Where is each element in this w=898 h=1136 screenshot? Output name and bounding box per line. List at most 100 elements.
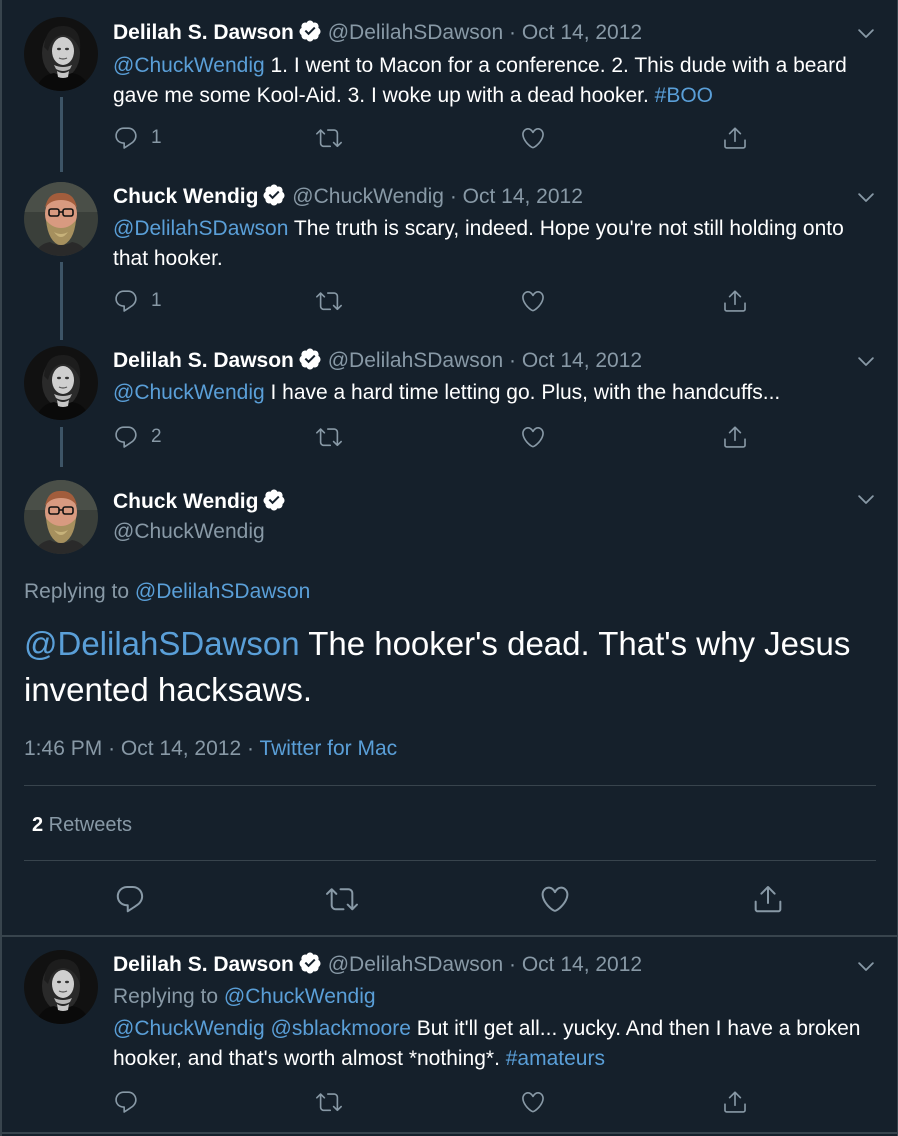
tweet-time[interactable]: 1:46 PM xyxy=(24,737,102,760)
chevron-down-icon[interactable] xyxy=(855,22,877,44)
reply-button[interactable] xyxy=(114,883,146,915)
share-button[interactable] xyxy=(722,287,748,315)
mention-link[interactable]: @sblackmoore xyxy=(271,1017,411,1040)
share-button[interactable] xyxy=(752,883,784,915)
avatar[interactable] xyxy=(24,480,98,554)
retweet-icon xyxy=(316,288,342,314)
avatar[interactable] xyxy=(24,950,98,1024)
author-handle[interactable]: @DelilahSDawson xyxy=(328,21,503,44)
tweet-text: @DelilahSDawson The hooker's dead. That'… xyxy=(24,621,874,713)
like-button[interactable] xyxy=(520,287,546,315)
author-handle[interactable]: @DelilahSDawson xyxy=(328,953,503,976)
retweet-button[interactable] xyxy=(326,883,358,915)
reply-button[interactable]: 1 xyxy=(113,287,162,315)
share-icon xyxy=(722,125,748,151)
like-icon xyxy=(520,288,546,314)
replying-to: Replying to @ChuckWendig xyxy=(113,983,376,1011)
share-button[interactable] xyxy=(722,124,748,152)
reply-icon xyxy=(113,288,139,314)
verified-badge-icon xyxy=(262,488,286,520)
reply-count: 1 xyxy=(151,290,162,311)
mention-link[interactable]: @ChuckWendig xyxy=(113,381,265,404)
tweet[interactable]: Delilah S. Dawson @DelilahSDawson · Oct … xyxy=(0,937,898,1136)
author-name[interactable]: Delilah S. Dawson xyxy=(113,349,294,372)
verified-badge-icon xyxy=(298,347,322,379)
author-handle[interactable]: @DelilahSDawson xyxy=(328,349,503,372)
replying-to-link[interactable]: @ChuckWendig xyxy=(224,985,376,1008)
retweet-button[interactable] xyxy=(316,124,342,152)
reply-button[interactable]: 1 xyxy=(113,124,162,152)
separator-dot: · xyxy=(508,349,516,372)
tweet[interactable]: Delilah S. Dawson @DelilahSDawson · Oct … xyxy=(0,0,898,172)
reply-button[interactable] xyxy=(113,1088,139,1116)
divider xyxy=(24,785,876,786)
mention-link[interactable]: @ChuckWendig xyxy=(113,54,265,77)
like-button[interactable] xyxy=(539,883,571,915)
chevron-down-icon[interactable] xyxy=(855,955,877,977)
avatar[interactable] xyxy=(24,17,98,91)
author-name[interactable]: Delilah S. Dawson xyxy=(113,953,294,976)
share-icon xyxy=(752,883,784,915)
like-icon xyxy=(520,1089,546,1115)
hashtag-link[interactable]: #amateurs xyxy=(506,1047,605,1070)
tweet-actions: 1 xyxy=(113,287,773,315)
share-button[interactable] xyxy=(722,1088,748,1116)
tweet-actions xyxy=(113,1088,773,1116)
like-button[interactable] xyxy=(520,423,546,451)
mention-link[interactable]: @DelilahSDawson xyxy=(113,217,288,240)
tweet-source-link[interactable]: Twitter for Mac xyxy=(259,737,397,760)
chevron-down-icon[interactable] xyxy=(855,488,877,510)
replying-to-link[interactable]: @DelilahSDawson xyxy=(135,580,310,603)
replying-to-label: Replying to xyxy=(24,580,135,603)
retweet-button[interactable] xyxy=(316,1088,342,1116)
separator-dot: · xyxy=(508,21,516,44)
share-button[interactable] xyxy=(722,423,748,451)
author-handle[interactable]: @ChuckWendig xyxy=(113,520,265,543)
author-name[interactable]: Chuck Wendig xyxy=(113,185,258,208)
mention-link[interactable]: @DelilahSDawson xyxy=(24,625,300,662)
divider xyxy=(24,860,876,861)
like-button[interactable] xyxy=(520,1088,546,1116)
retweet-button[interactable] xyxy=(316,423,342,451)
tweet-body: I have a hard time letting go. Plus, wit… xyxy=(264,381,781,404)
tweet-date[interactable]: Oct 14, 2012 xyxy=(121,737,241,760)
reply-button[interactable]: 2 xyxy=(113,423,162,451)
retweet-stats[interactable]: 2 Retweets xyxy=(32,811,132,839)
tweet[interactable]: Delilah S. Dawson @DelilahSDawson · Oct … xyxy=(0,335,898,475)
tweet-actions: 1 xyxy=(113,124,773,152)
reply-icon xyxy=(113,1089,139,1115)
retweet-icon xyxy=(316,125,342,151)
retweet-button[interactable] xyxy=(316,287,342,315)
tweet-actions: 2 xyxy=(113,423,773,451)
tweet-date[interactable]: Oct 14, 2012 xyxy=(522,349,642,372)
tweet-text: @DelilahSDawson The truth is scary, inde… xyxy=(113,214,873,274)
author-name[interactable]: Chuck Wendig xyxy=(113,490,258,513)
avatar[interactable] xyxy=(24,182,98,256)
chevron-down-icon[interactable] xyxy=(855,186,877,208)
reply-count: 1 xyxy=(151,127,162,148)
tweet-header: Delilah S. Dawson @DelilahSDawson · Oct … xyxy=(113,347,642,379)
like-button[interactable] xyxy=(520,124,546,152)
retweet-icon xyxy=(316,1089,342,1115)
hashtag-link[interactable]: #BOO xyxy=(655,84,713,107)
tweet-date[interactable]: Oct 14, 2012 xyxy=(522,953,642,976)
separator-dot: · xyxy=(108,737,116,760)
verified-badge-icon xyxy=(262,183,286,215)
avatar[interactable] xyxy=(24,346,98,420)
tweet-text: @ChuckWendig 1. I went to Macon for a co… xyxy=(113,51,873,111)
author-name[interactable]: Delilah S. Dawson xyxy=(113,21,294,44)
like-icon xyxy=(520,125,546,151)
author-handle[interactable]: @ChuckWendig xyxy=(292,185,444,208)
reply-icon xyxy=(113,424,139,450)
tweet[interactable]: Chuck Wendig @ChuckWendig · Oct 14, 2012… xyxy=(0,170,898,340)
thread-connector-line xyxy=(60,97,63,172)
thread-connector-line xyxy=(60,262,63,340)
tweet-header: Delilah S. Dawson @DelilahSDawson · Oct … xyxy=(113,951,642,983)
mention-link[interactable]: @ChuckWendig xyxy=(113,1017,265,1040)
tweet-date[interactable]: Oct 14, 2012 xyxy=(522,21,642,44)
retweet-icon xyxy=(326,883,358,915)
chevron-down-icon[interactable] xyxy=(855,350,877,372)
focused-tweet: Chuck Wendig @ChuckWendig Replying to @D… xyxy=(0,475,898,935)
tweet-header: Delilah S. Dawson @DelilahSDawson · Oct … xyxy=(113,19,642,51)
tweet-date[interactable]: Oct 14, 2012 xyxy=(463,185,583,208)
